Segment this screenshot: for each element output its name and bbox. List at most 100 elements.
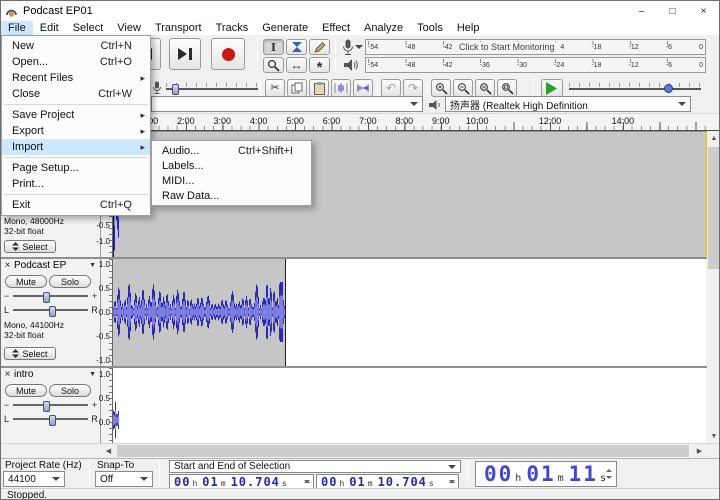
vertical-scroll-thumb[interactable] (708, 147, 719, 269)
track2-gain-slider[interactable] (13, 292, 88, 303)
import-submenu-item[interactable]: Raw Data... (152, 188, 311, 203)
menubar-item[interactable]: Generate (255, 21, 315, 35)
file-menu-item[interactable]: Save Project ▸ (2, 107, 150, 123)
draw-tool-button[interactable] (309, 39, 330, 55)
track3-pan-thumb[interactable] (49, 415, 56, 426)
track3-waveform-area[interactable] (113, 368, 706, 443)
selection-tool-button[interactable]: I (263, 39, 284, 55)
monitoring-hint[interactable]: Click to Start Monitoring (454, 42, 560, 52)
output-device-select[interactable]: 扬声器 (Realtek High Definition (445, 96, 691, 112)
track3-mute-button[interactable]: Mute (5, 384, 47, 397)
scroll-right-button[interactable]: ▶ (692, 444, 707, 458)
track3-close-button[interactable]: × (2, 369, 13, 380)
track2-title[interactable]: Podcast EP (13, 260, 89, 271)
track2-pan-thumb[interactable] (49, 306, 56, 317)
menubar-item[interactable]: Transport (148, 21, 209, 35)
scroll-down-button[interactable]: ▼ (707, 429, 719, 443)
file-menu-item[interactable]: Exit Ctrl+Q (2, 197, 150, 213)
snap-to-select[interactable]: Off (95, 471, 153, 487)
import-submenu-item[interactable]: Audio... Ctrl+Shift+I (152, 143, 311, 158)
play-speed-thumb[interactable] (664, 84, 674, 93)
play-speed-slider[interactable] (569, 83, 701, 95)
timeshift-tool-button[interactable]: ↔ (286, 57, 307, 73)
recording-volume-thumb[interactable] (171, 84, 179, 95)
trim-audio-button[interactable] (331, 79, 351, 97)
recording-volume-slider[interactable] (166, 83, 258, 95)
menubar-item[interactable]: Analyze (357, 21, 410, 35)
zoom-fit-button[interactable] (497, 79, 517, 97)
silence-audio-button[interactable] (353, 79, 373, 97)
selection-mode-select[interactable]: Start and End of Selection (169, 460, 461, 473)
play-at-speed-button[interactable] (541, 79, 563, 97)
track2-waveform-area[interactable] (113, 259, 706, 366)
track2-menu-button[interactable]: ▼ (89, 262, 99, 269)
playback-meter[interactable]: -54 -48 -42 -36 -30 -24 -18 -12 -6 0 (365, 57, 706, 73)
file-menu-item[interactable]: Import ▸ (2, 139, 150, 155)
track2-select-button[interactable]: Select (4, 347, 56, 360)
horizontal-scrollbar[interactable]: ◀ ▶ (1, 443, 719, 458)
track3-menu-button[interactable]: ▼ (89, 371, 99, 378)
track3-vertical-ruler[interactable]: 1.0 0.5 0.0 (99, 368, 113, 443)
cut-button[interactable]: ✂ (265, 79, 285, 97)
track3-solo-button[interactable]: Solo (49, 384, 91, 397)
zoom-out-button[interactable] (453, 79, 473, 97)
track3-title[interactable]: intro (13, 369, 89, 380)
speaker-icon[interactable] (343, 58, 359, 77)
maximize-button[interactable]: □ (657, 1, 688, 21)
file-menu-item[interactable]: Print... (2, 176, 150, 192)
scroll-up-button[interactable]: ▲ (707, 131, 719, 145)
menubar-item[interactable]: Tracks (209, 21, 256, 35)
skip-to-end-button[interactable] (169, 38, 201, 70)
file-menu-item[interactable]: New Ctrl+N (2, 38, 150, 54)
menubar-item[interactable]: Help (450, 21, 487, 35)
import-submenu-item[interactable]: MIDI... (152, 173, 311, 188)
audacity-window: Podcast EP01 – □ × File Edit Select View Tra… (0, 0, 720, 500)
menu-separator (4, 194, 148, 195)
track2-close-button[interactable]: × (2, 260, 13, 271)
zoom-tool-button[interactable] (263, 57, 284, 73)
file-menu-item[interactable]: Recent Files ▸ (2, 70, 150, 86)
import-submenu-item[interactable]: Labels... (152, 158, 311, 173)
vertical-scrollbar[interactable]: ▲ ▼ (707, 131, 719, 443)
file-menu-item[interactable]: Page Setup... (2, 160, 150, 176)
zoom-in-button[interactable] (431, 79, 451, 97)
mic-dropdown-icon[interactable] (355, 45, 363, 53)
project-rate-select[interactable]: 44100 (3, 471, 65, 487)
close-button[interactable]: × (688, 1, 719, 21)
menubar-item[interactable]: View (110, 21, 148, 35)
envelope-tool-button[interactable] (286, 39, 307, 55)
copy-button[interactable] (287, 79, 307, 97)
track2-pan-slider[interactable] (13, 306, 88, 317)
menubar-item[interactable]: Effect (315, 21, 357, 35)
track1-select-button[interactable]: Select (4, 240, 56, 253)
selection-start-field[interactable]: 00 h 01 m 10.704 s (169, 474, 314, 489)
paste-button[interactable] (309, 79, 329, 97)
file-menu-item[interactable]: Open... Ctrl+O (2, 54, 150, 70)
selection-end-field[interactable]: 00 h 01 m 10.704 s (316, 474, 459, 489)
track2-vertical-ruler[interactable]: 1.0 0.5 0.0 -0.5 -1.0 (96, 259, 113, 366)
track3-gain-thumb[interactable] (43, 401, 50, 412)
track2-mute-button[interactable]: Mute (5, 275, 47, 288)
zoom-selection-button[interactable] (475, 79, 495, 97)
track3-gain-slider[interactable] (13, 401, 88, 412)
audio-position-field[interactable]: 00 h 01 m 11 s (475, 461, 617, 487)
recording-meter[interactable]: -54-48-42-36-30-24-18-12-60 Click to Sta… (365, 39, 706, 55)
file-menu-item[interactable]: Close Ctrl+W (2, 86, 150, 102)
input-device-select[interactable] (151, 96, 423, 112)
horizontal-scroll-thumb[interactable] (117, 445, 689, 457)
toolbar-separator (335, 38, 336, 72)
minimize-button[interactable]: – (626, 1, 657, 21)
track2-solo-button[interactable]: Solo (49, 275, 91, 288)
redo-button[interactable]: ↷ (403, 79, 423, 97)
scroll-left-button[interactable]: ◀ (101, 444, 116, 458)
record-button[interactable] (211, 38, 245, 70)
file-menu-item[interactable]: Export ▸ (2, 123, 150, 139)
menubar-item[interactable]: Tools (410, 21, 450, 35)
menubar-item[interactable]: Select (66, 21, 111, 35)
track2-gain-thumb[interactable] (43, 292, 50, 303)
menubar-item[interactable]: Edit (33, 21, 66, 35)
multi-tool-button[interactable]: * (309, 57, 330, 75)
undo-button[interactable]: ↶ (381, 79, 401, 97)
menubar-item[interactable]: File (1, 21, 33, 35)
track3-pan-slider[interactable] (13, 415, 88, 426)
